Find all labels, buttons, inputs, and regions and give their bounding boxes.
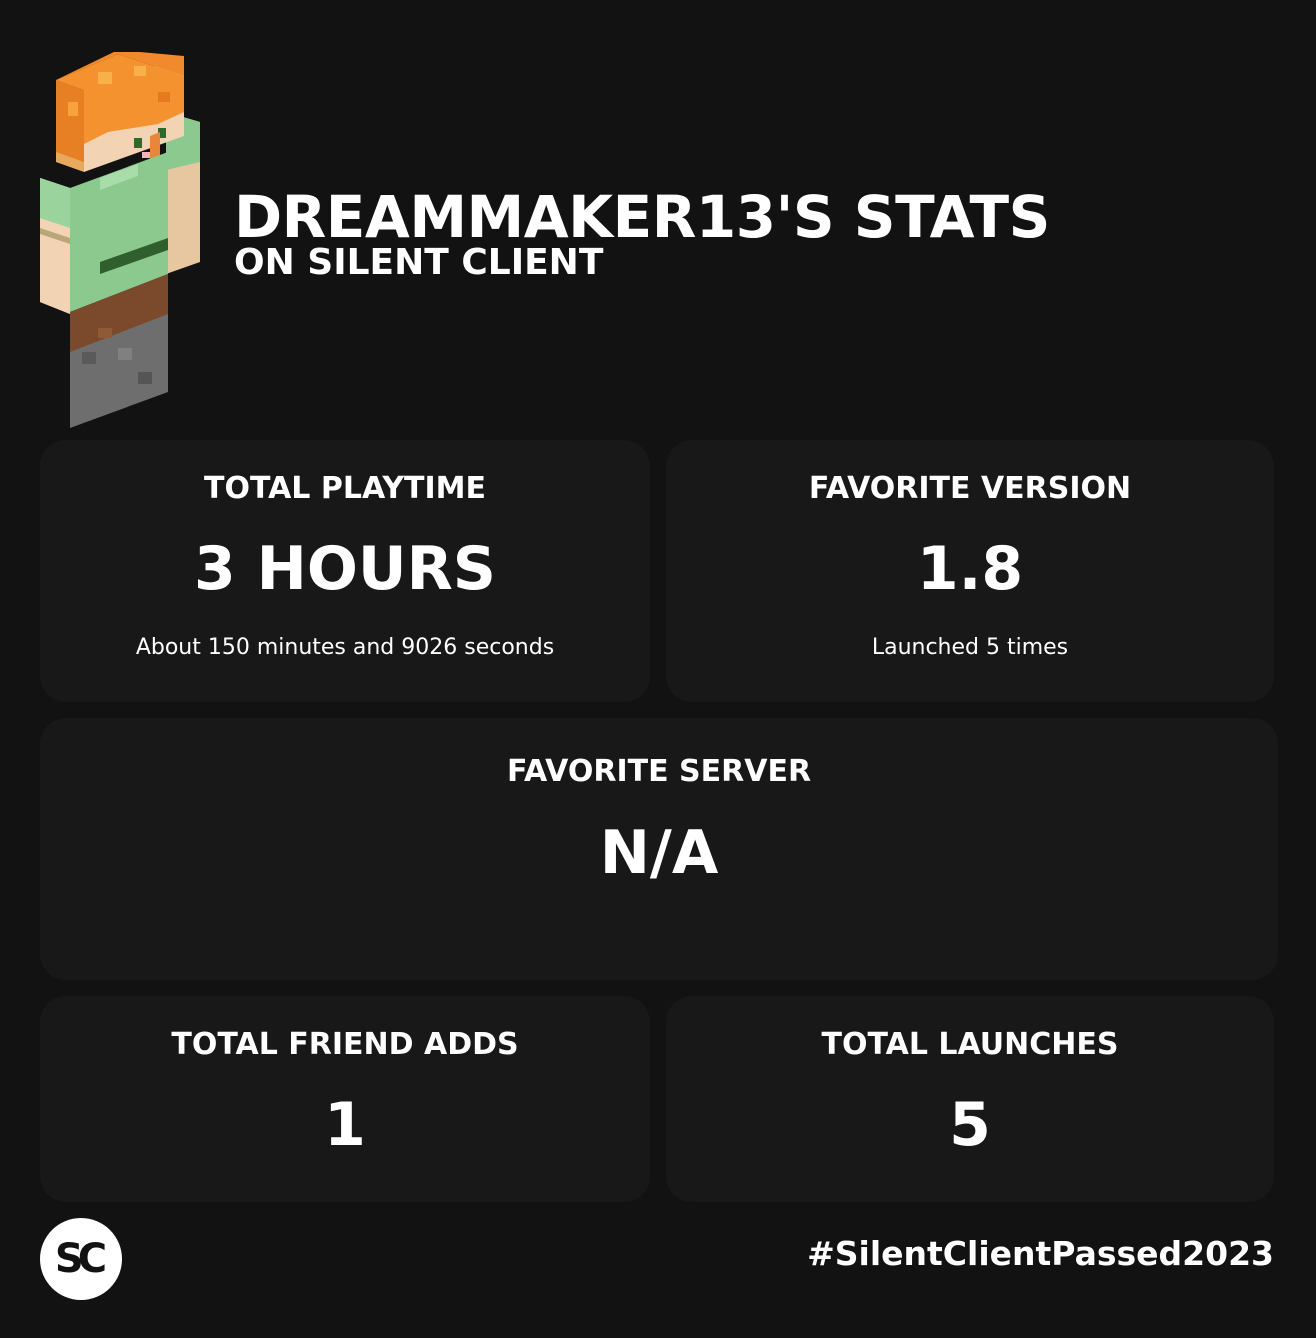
- playtime-value: 3 HOURS: [194, 534, 496, 604]
- header: DREAMMAKER13'S STATS ON SILENT CLIENT: [234, 186, 1050, 282]
- hashtag-text: #SilentClientPassed2023: [807, 1234, 1274, 1273]
- playtime-label: TOTAL PLAYTIME: [203, 471, 487, 506]
- server-label: FAVORITE SERVER: [506, 754, 812, 789]
- minecraft-skin-avatar: [38, 50, 202, 428]
- launches-card: TOTAL LAUNCHES 5: [666, 996, 1274, 1202]
- version-card: FAVORITE VERSION 1.8 Launched 5 times: [666, 440, 1274, 702]
- server-card: FAVORITE SERVER N/A: [40, 718, 1278, 980]
- logo-text: SC: [54, 1236, 107, 1282]
- playtime-card: TOTAL PLAYTIME 3 HOURS About 150 minutes…: [40, 440, 650, 702]
- server-value: N/A: [599, 818, 719, 888]
- version-note: Launched 5 times: [871, 635, 1069, 660]
- launches-value: 5: [949, 1090, 991, 1160]
- page-title: DREAMMAKER13'S STATS: [234, 183, 1050, 251]
- version-value: 1.8: [916, 534, 1024, 604]
- version-label: FAVORITE VERSION: [808, 471, 1132, 506]
- friends-card: TOTAL FRIEND ADDS 1: [40, 996, 650, 1202]
- launches-label: TOTAL LAUNCHES: [821, 1027, 1119, 1062]
- playtime-note: About 150 minutes and 9026 seconds: [135, 635, 555, 660]
- friends-label: TOTAL FRIEND ADDS: [171, 1027, 519, 1062]
- silent-client-logo-icon: SC: [40, 1218, 122, 1300]
- friends-value: 1: [324, 1090, 366, 1160]
